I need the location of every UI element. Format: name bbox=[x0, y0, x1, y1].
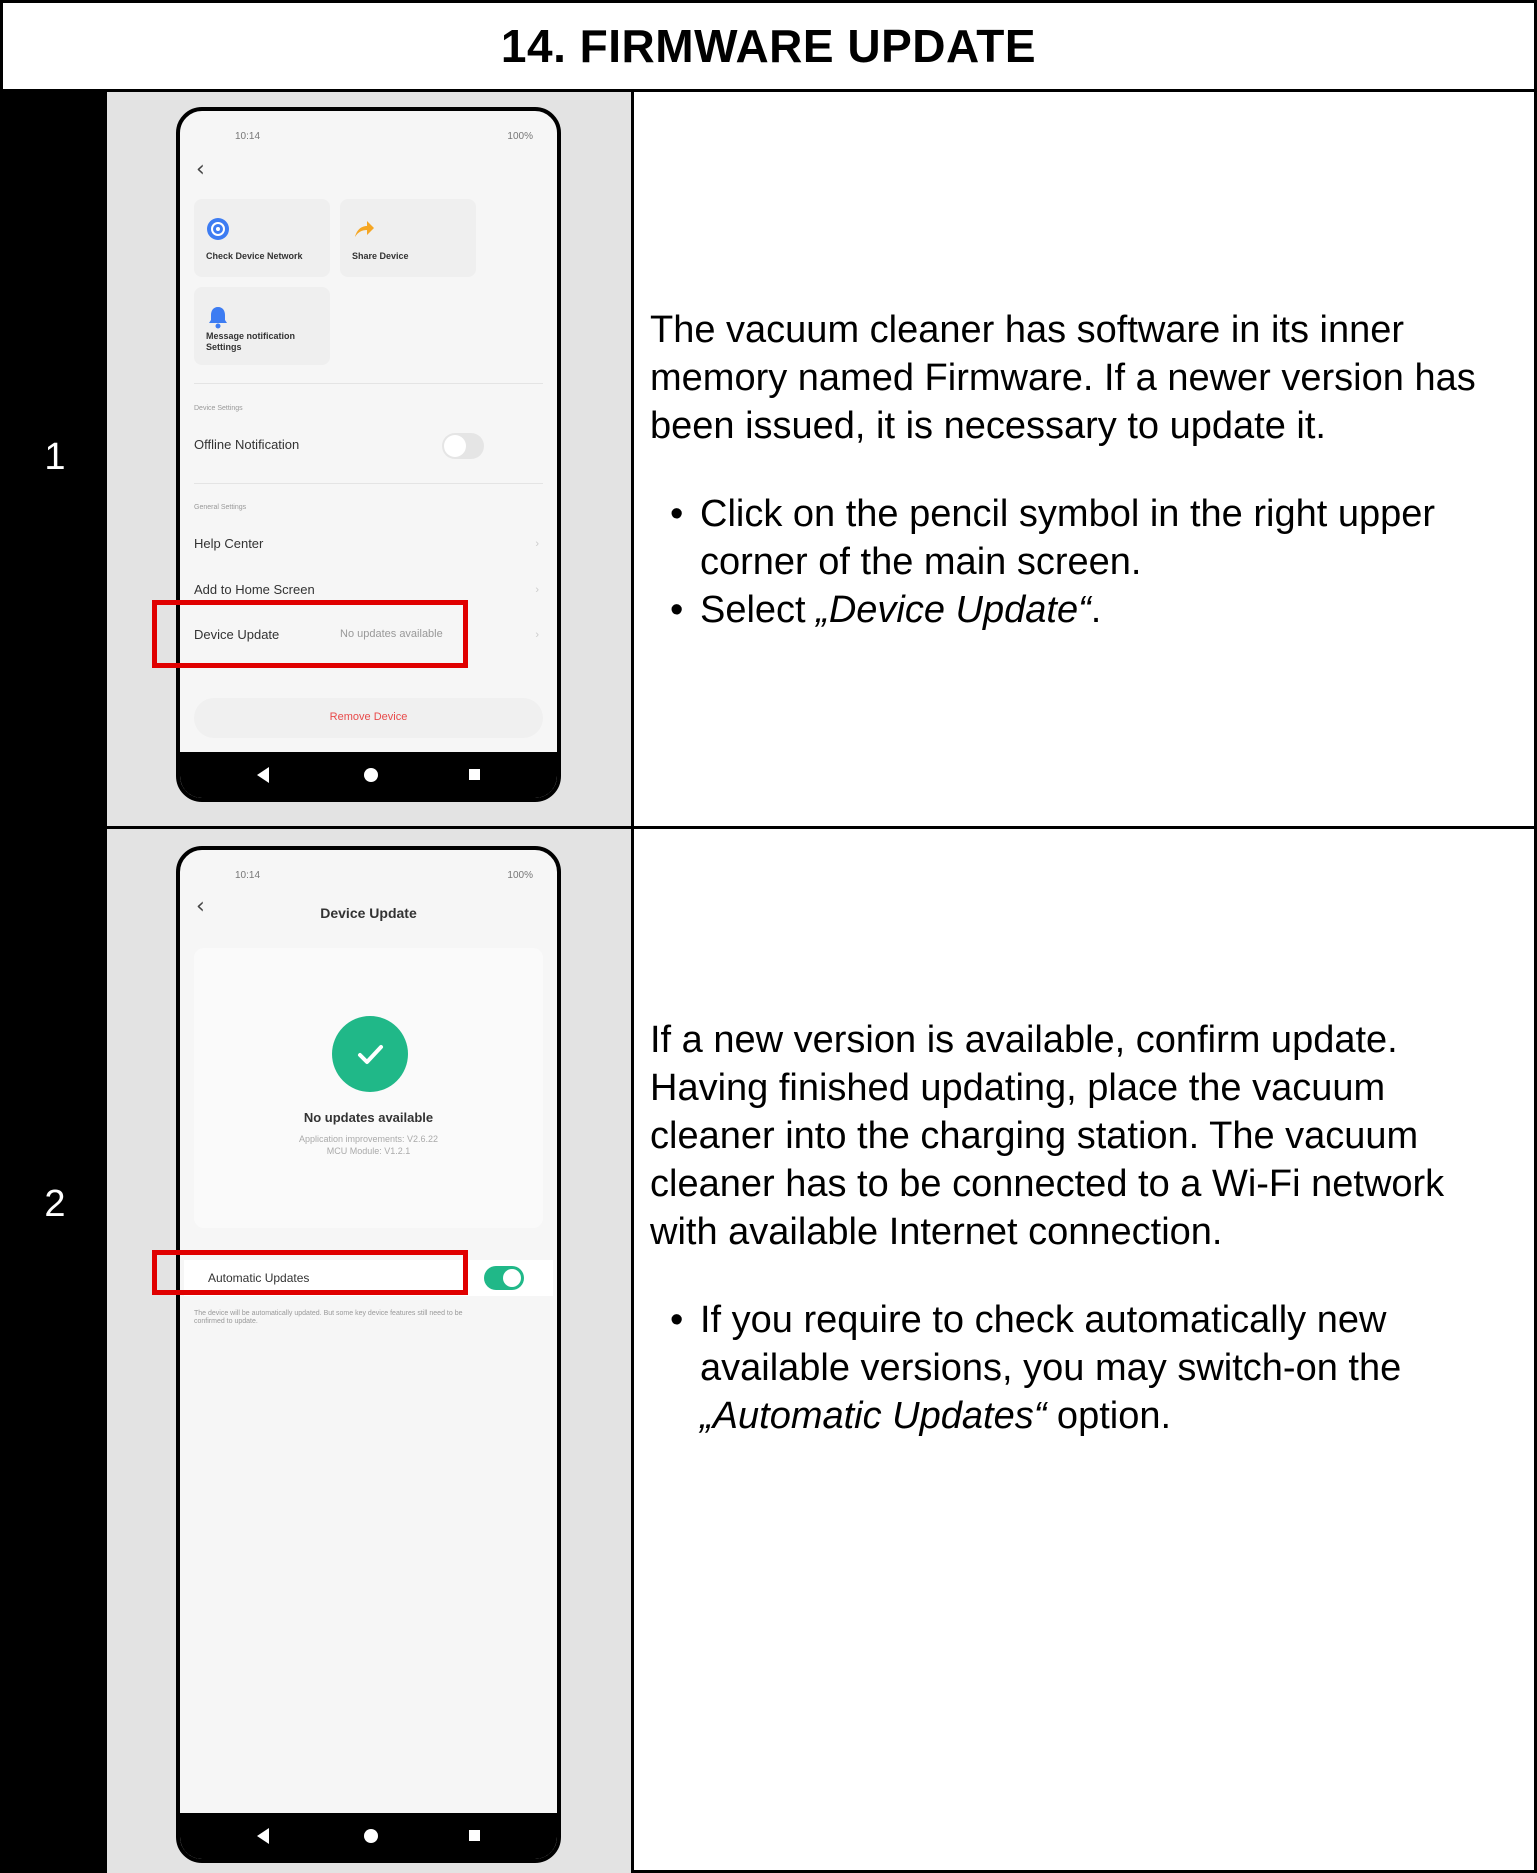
section-label-device: Device Settings bbox=[194, 405, 243, 412]
phone-screenshot-device-update: 10:14 100% ‹ Device Update No updates av… bbox=[176, 846, 561, 1863]
status-battery: 100% bbox=[507, 131, 533, 142]
page-frame: 14. FIRMWARE UPDATE 1 2 10:14 100% ‹ Che… bbox=[0, 0, 1537, 1873]
bullet-text: If you require to check automatically ne… bbox=[700, 1299, 1402, 1389]
step-1-bullet-1: Click on the pencil symbol in the right … bbox=[650, 490, 1520, 586]
nav-home-icon[interactable] bbox=[364, 768, 378, 782]
step-number-2: 2 bbox=[44, 1183, 66, 1225]
nav-recents-icon[interactable] bbox=[469, 769, 480, 780]
offline-notification-label: Offline Notification bbox=[194, 437, 300, 452]
tile-label: Check Device Network bbox=[206, 251, 303, 261]
screen-header: Device Update bbox=[320, 905, 417, 921]
chevron-right-icon: › bbox=[535, 538, 539, 550]
update-status-label: No updates available bbox=[303, 1110, 434, 1125]
phone-screenshot-settings: 10:14 100% ‹ Check Device Network Share … bbox=[176, 107, 561, 802]
step-2-text-cell: If a new version is available, confirm u… bbox=[631, 829, 1534, 1873]
remove-device-label: Remove Device bbox=[329, 711, 408, 723]
divider bbox=[194, 383, 543, 384]
auto-updates-note: The device will be automatically updated… bbox=[194, 1310, 463, 1325]
highlight-auto-updates bbox=[152, 1250, 468, 1295]
status-bar: 10:14 100% bbox=[180, 850, 557, 896]
bullet-text: Select bbox=[700, 589, 817, 631]
nav-back-icon[interactable] bbox=[257, 767, 269, 783]
bell-icon bbox=[209, 307, 227, 329]
bullet-italic-text: „Device Update“ bbox=[816, 589, 1091, 631]
network-icon bbox=[207, 218, 229, 240]
bullet-text: option. bbox=[1046, 1395, 1172, 1437]
check-circle-icon bbox=[332, 1016, 408, 1092]
bullet-italic-text: „Automatic Updates“ bbox=[700, 1395, 1047, 1437]
status-time: 10:14 bbox=[235, 870, 261, 881]
chevron-right-icon: › bbox=[535, 584, 539, 596]
section-title-bar: 14. FIRMWARE UPDATE bbox=[3, 3, 1534, 92]
tile-notification-settings[interactable]: Message notification Settings bbox=[194, 287, 330, 365]
back-arrow-icon[interactable]: ‹ bbox=[196, 157, 205, 182]
step-number-1: 1 bbox=[44, 436, 66, 478]
highlight-device-update bbox=[152, 600, 468, 668]
status-battery: 100% bbox=[507, 870, 533, 881]
nav-home-icon[interactable] bbox=[364, 1829, 378, 1843]
step-1-text-cell: The vacuum cleaner has software in its i… bbox=[631, 92, 1534, 826]
tile-share-device[interactable]: Share Device bbox=[340, 199, 476, 277]
app-version: Application improvements: V2.6.22 bbox=[298, 1134, 439, 1144]
step-1-bullets: Click on the pencil symbol in the right … bbox=[650, 490, 1520, 634]
tile-label: Share Device bbox=[352, 251, 409, 261]
tile-check-network[interactable]: Check Device Network bbox=[194, 199, 330, 277]
step-1-bullet-2: Select „Device Update“. bbox=[650, 586, 1520, 634]
share-icon bbox=[355, 221, 374, 237]
step-2-bullets: If you require to check automatically ne… bbox=[650, 1296, 1520, 1440]
nav-recents-icon[interactable] bbox=[469, 1830, 480, 1841]
offline-notification-toggle[interactable] bbox=[442, 433, 484, 459]
auto-updates-toggle[interactable] bbox=[484, 1266, 524, 1290]
step-1-paragraph: The vacuum cleaner has software in its i… bbox=[650, 309, 1476, 447]
bullet-text: . bbox=[1090, 589, 1102, 631]
status-time: 10:14 bbox=[235, 131, 261, 142]
step-2-body: If a new version is available, confirm u… bbox=[650, 1016, 1520, 1440]
step-number-column bbox=[3, 92, 107, 1873]
section-title: 14. FIRMWARE UPDATE bbox=[500, 20, 1037, 72]
update-status-card: No updates available Application improve… bbox=[194, 948, 543, 1228]
step-2-bullet-1: If you require to check automatically ne… bbox=[650, 1296, 1520, 1440]
status-bar: 10:14 100% bbox=[180, 111, 557, 157]
step-1-body: The vacuum cleaner has software in its i… bbox=[650, 306, 1520, 634]
mcu-version: MCU Module: V1.2.1 bbox=[326, 1146, 411, 1156]
android-nav-bar bbox=[180, 1813, 557, 1859]
divider bbox=[194, 483, 543, 484]
nav-back-icon[interactable] bbox=[257, 1828, 269, 1844]
section-label-general: General Settings bbox=[194, 504, 247, 511]
step-2-paragraph: If a new version is available, confirm u… bbox=[650, 1019, 1445, 1253]
step-1-image-cell: 10:14 100% ‹ Check Device Network Share … bbox=[107, 92, 631, 826]
help-center-item[interactable]: Help Center bbox=[194, 536, 263, 551]
tile-label: Message notification Settings bbox=[206, 331, 296, 352]
step-2-image-cell: 10:14 100% ‹ Device Update No updates av… bbox=[107, 829, 631, 1873]
chevron-right-icon: › bbox=[535, 629, 539, 641]
android-nav-bar bbox=[180, 752, 557, 798]
add-home-screen-item[interactable]: Add to Home Screen bbox=[194, 582, 315, 597]
remove-device-button[interactable]: Remove Device bbox=[194, 698, 543, 738]
